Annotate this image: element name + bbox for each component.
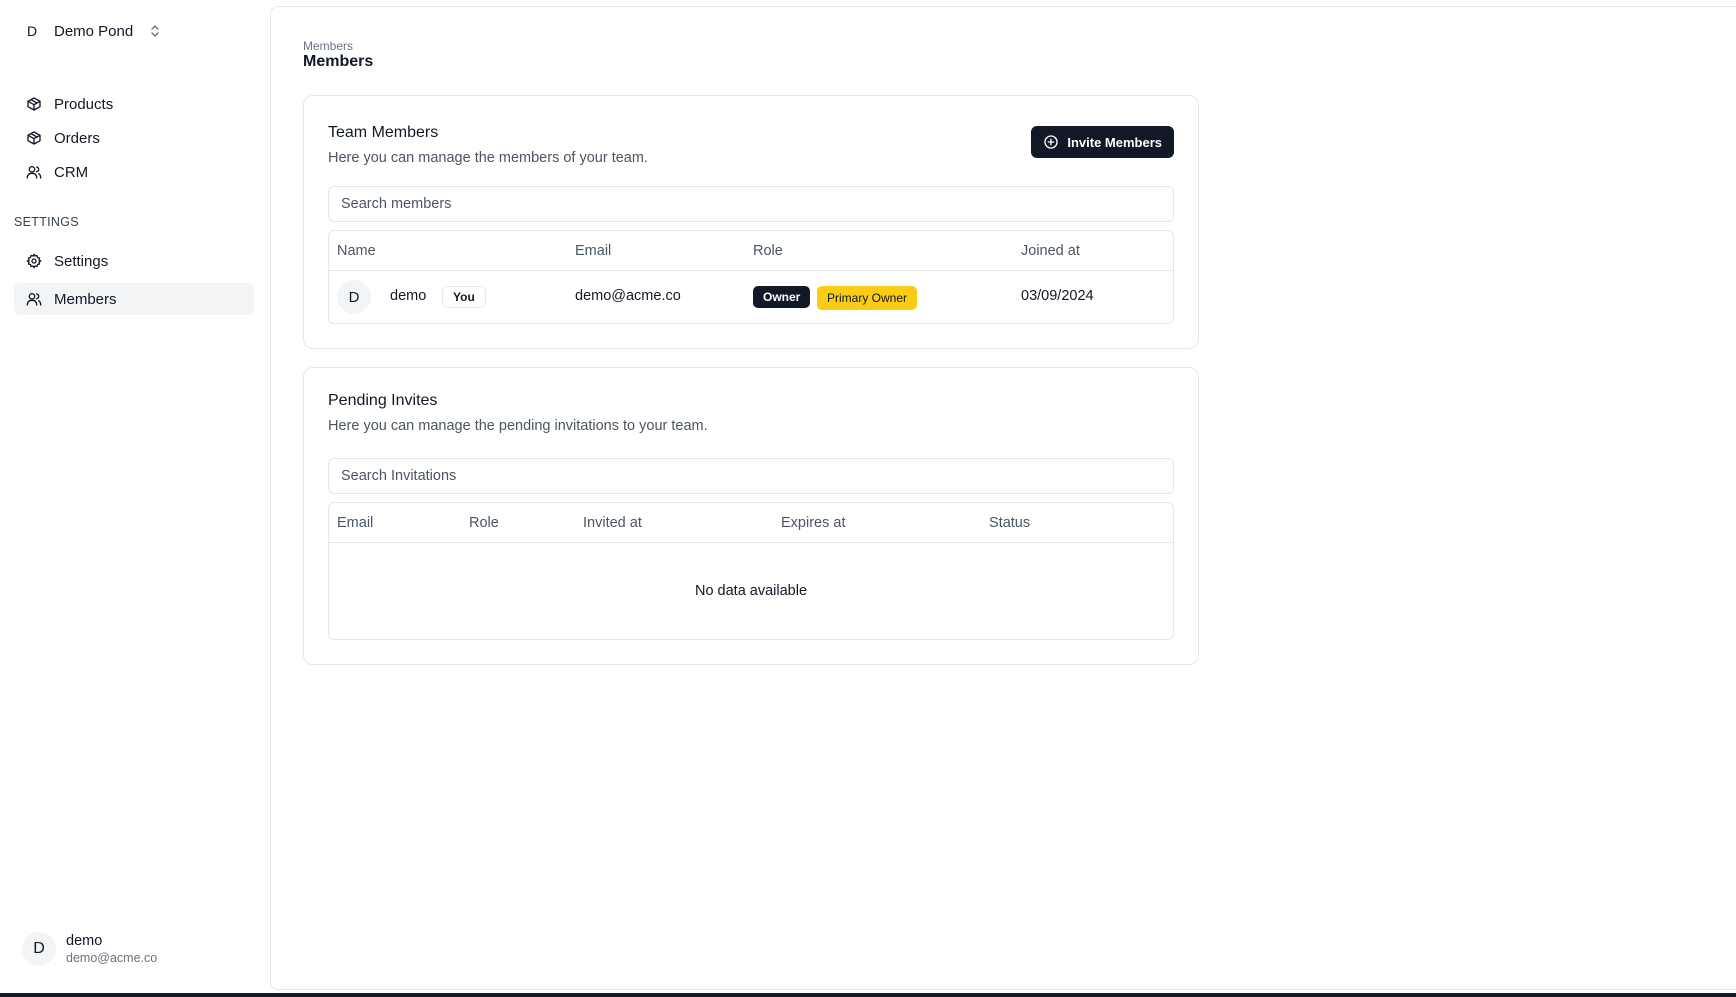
sidebar: D Demo Pond Products Orders CRM SETTINGS bbox=[0, 0, 270, 997]
sidebar-item-label: Settings bbox=[54, 252, 109, 270]
app-root: D Demo Pond Products Orders CRM SETTINGS bbox=[0, 0, 1736, 997]
avatar: D bbox=[22, 932, 56, 966]
search-members-input[interactable] bbox=[328, 186, 1174, 222]
empty-state: No data available bbox=[694, 583, 808, 599]
sidebar-item-crm[interactable]: CRM bbox=[14, 156, 254, 188]
pending-invites-table: Email Role Invited at Expires at Status … bbox=[328, 502, 1174, 640]
column-header-invited: Invited at bbox=[583, 515, 642, 531]
sidebar-item-settings[interactable]: Settings bbox=[14, 245, 254, 277]
user-email: demo@acme.co bbox=[66, 950, 158, 965]
role-badge-owner: Owner bbox=[753, 286, 811, 308]
box-icon bbox=[27, 97, 41, 111]
team-switcher[interactable]: D Demo Pond bbox=[20, 18, 161, 44]
sidebar-item-products[interactable]: Products bbox=[14, 88, 254, 120]
main-panel: Members Members Team Members Here you ca… bbox=[270, 6, 1736, 990]
team-members-card: Team Members Here you can manage the mem… bbox=[303, 95, 1199, 349]
team-members-title: Team Members bbox=[328, 124, 439, 141]
column-header-expires: Expires at bbox=[781, 515, 846, 531]
sidebar-item-label: Members bbox=[54, 290, 117, 308]
invite-members-button[interactable]: Invite Members bbox=[1031, 126, 1174, 158]
member-name: demo bbox=[390, 288, 427, 304]
plus-circle-icon bbox=[1044, 135, 1059, 149]
team-avatar: D bbox=[26, 23, 38, 39]
you-badge: You bbox=[442, 286, 486, 308]
bottom-edge-bar bbox=[0, 993, 1736, 997]
member-joined-at: 03/09/2024 bbox=[1021, 288, 1094, 304]
table-header: Email Role Invited at Expires at Status bbox=[329, 503, 1173, 543]
column-header-status: Status bbox=[989, 515, 1031, 531]
search-invitations-input[interactable] bbox=[328, 458, 1174, 494]
users-icon bbox=[26, 166, 42, 179]
breadcrumb: Members bbox=[303, 39, 354, 53]
gear-icon bbox=[26, 253, 42, 269]
user-menu[interactable]: D demo demo@acme.co bbox=[22, 932, 157, 966]
sidebar-item-members[interactable]: Members bbox=[14, 283, 254, 315]
role-badge-primary-owner: Primary Owner bbox=[817, 286, 918, 310]
column-header-joined: Joined at bbox=[1021, 243, 1080, 259]
sidebar-item-orders[interactable]: Orders bbox=[14, 122, 254, 154]
chevron-up-down-icon bbox=[151, 25, 159, 37]
table-header: Name Email Role Joined at bbox=[329, 231, 1173, 271]
column-header-email: Email bbox=[575, 243, 612, 259]
users-icon bbox=[26, 293, 42, 306]
column-header-role: Role bbox=[469, 515, 499, 531]
page-title: Members bbox=[303, 53, 374, 70]
team-members-subtitle: Here you can manage the members of your … bbox=[328, 150, 648, 166]
team-members-table: Name Email Role Joined at D demo You dem… bbox=[328, 230, 1174, 324]
sidebar-item-label: CRM bbox=[54, 163, 89, 181]
column-header-role: Role bbox=[753, 243, 783, 259]
pending-invites-title: Pending Invites bbox=[328, 392, 438, 409]
box-icon bbox=[27, 131, 41, 145]
user-info: demo demo@acme.co bbox=[66, 933, 157, 966]
table-row: D demo You demo@acme.co Owner Primary Ow… bbox=[329, 271, 1173, 323]
pending-invites-card: Pending Invites Here you can manage the … bbox=[303, 367, 1199, 665]
sidebar-item-label: Orders bbox=[54, 129, 100, 147]
team-name: Demo Pond bbox=[54, 22, 134, 40]
member-email: demo@acme.co bbox=[575, 288, 681, 304]
user-name: demo bbox=[66, 932, 103, 949]
pending-invites-subtitle: Here you can manage the pending invitati… bbox=[328, 418, 708, 434]
column-header-email: Email bbox=[337, 515, 374, 531]
invite-members-label: Invite Members bbox=[1067, 134, 1162, 150]
member-avatar: D bbox=[337, 280, 371, 314]
sidebar-item-label: Products bbox=[54, 95, 114, 113]
column-header-name: Name bbox=[337, 243, 376, 259]
settings-section-label: SETTINGS bbox=[14, 215, 79, 229]
